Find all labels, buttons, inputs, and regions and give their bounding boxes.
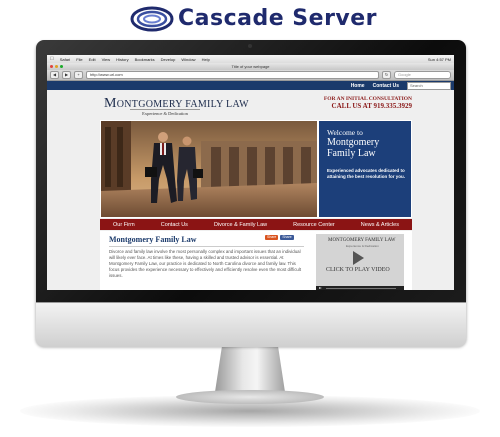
close-window-button[interactable]	[50, 65, 53, 68]
video-player[interactable]: MONTGOMERY FAMILY LAW Experience & Dedic…	[316, 234, 404, 290]
consultation-callout: FOR AN INITIAL CONSULTATION CALL US AT 9…	[324, 96, 412, 110]
menu-edit[interactable]: Edit	[89, 57, 96, 62]
menu-safari[interactable]: Safari	[60, 57, 70, 62]
site-page: MONTGOMERY FAMILY LAW Experience & Dedic…	[47, 90, 454, 290]
nav-contact-us[interactable]: Contact Us	[161, 222, 188, 228]
url-field[interactable]: http://www.url.com	[86, 71, 379, 79]
share-buttons: Share Share	[265, 235, 294, 240]
window-controls	[50, 65, 63, 68]
browser-toolbar: ◀ ▶ + http://www.url.com ↻ Google	[47, 70, 454, 81]
forward-button[interactable]: ▶	[62, 71, 71, 79]
video-controls	[316, 286, 404, 290]
main-content: Montgomery Family Law Share Share Divorc…	[100, 231, 412, 290]
topnav-contact-link[interactable]: Contact Us	[373, 83, 399, 89]
reload-icon[interactable]: ↻	[382, 71, 391, 79]
hero-welcome: Welcome to	[327, 128, 363, 137]
site-topnav: Home Contact Us Search	[47, 81, 454, 90]
play-icon[interactable]	[353, 251, 364, 265]
browser-titlebar: Title of your webpage	[47, 63, 454, 70]
video-progress-bar[interactable]	[326, 288, 396, 289]
browser-search-field[interactable]: Google	[394, 71, 451, 79]
video-sublogo: Experience & Dedication	[346, 244, 379, 248]
brand-name: Cascade Server	[178, 6, 378, 31]
content-heading: Montgomery Family Law	[109, 235, 197, 244]
site-tagline: Experience & Dedication	[130, 109, 200, 116]
back-button[interactable]: ◀	[50, 71, 59, 79]
brand-header: Cascade Server	[0, 0, 500, 40]
site-main-nav: Our Firm Contact Us Divorce & Family Law…	[100, 219, 412, 230]
video-logo: MONTGOMERY FAMILY LAW	[328, 238, 396, 243]
menu-help[interactable]: Help	[202, 57, 210, 62]
menu-file[interactable]: File	[76, 57, 82, 62]
hero-firm-name: Montgomery Family Law	[327, 137, 380, 159]
zoom-window-button[interactable]	[60, 65, 63, 68]
hero-banner: Welcome to Montgomery Family Law Experie…	[100, 120, 412, 218]
monitor-stand	[215, 346, 285, 392]
mac-menubar:  Safari File Edit View History Bookmark…	[47, 55, 454, 63]
menubar-clock: Sun 4:57 PM	[427, 56, 451, 62]
add-bookmark-button[interactable]: +	[74, 71, 83, 79]
share-button[interactable]: Share	[265, 235, 279, 240]
monitor-chin	[36, 302, 466, 347]
video-play-control-icon[interactable]	[319, 287, 322, 289]
menu-window[interactable]: Window	[181, 57, 195, 62]
menu-bookmarks[interactable]: Bookmarks	[135, 57, 155, 62]
swirl-logo-icon	[130, 6, 174, 32]
webcam	[248, 44, 252, 48]
monitor-base	[176, 390, 324, 404]
menu-history[interactable]: History	[116, 57, 128, 62]
heading-divider	[109, 246, 304, 247]
intro-paragraph: Divorce and family law involve the most …	[109, 249, 302, 278]
apple-icon[interactable]: 	[50, 56, 54, 62]
consult-phone[interactable]: CALL US AT 919.335.3929	[324, 103, 412, 110]
hero-welcome-panel: Welcome to Montgomery Family Law Experie…	[319, 121, 411, 217]
monitor-screen:  Safari File Edit View History Bookmark…	[47, 55, 454, 290]
minimize-window-button[interactable]	[55, 65, 58, 68]
nav-our-firm[interactable]: Our Firm	[113, 222, 135, 228]
nav-divorce-family-law[interactable]: Divorce & Family Law	[214, 222, 267, 228]
nav-news-articles[interactable]: News & Articles	[361, 222, 399, 228]
site-search-input[interactable]: Search	[407, 81, 451, 90]
hero-blurb: Experienced advocates dedicated to attai…	[327, 168, 406, 179]
nav-resource-center[interactable]: Resource Center	[293, 222, 335, 228]
menu-view[interactable]: View	[102, 57, 111, 62]
video-cta: CLICK TO PLAY VIDEO	[326, 267, 390, 273]
menu-develop[interactable]: Develop	[161, 57, 176, 62]
topnav-home-link[interactable]: Home	[351, 83, 365, 89]
site-logo-initial: M	[104, 96, 117, 111]
hero-photo	[101, 121, 317, 217]
facebook-share-button[interactable]: Share	[280, 235, 294, 240]
site-header: MONTGOMERY FAMILY LAW Experience & Dedic…	[100, 93, 412, 119]
browser-window-title: Title of your webpage	[231, 64, 270, 69]
